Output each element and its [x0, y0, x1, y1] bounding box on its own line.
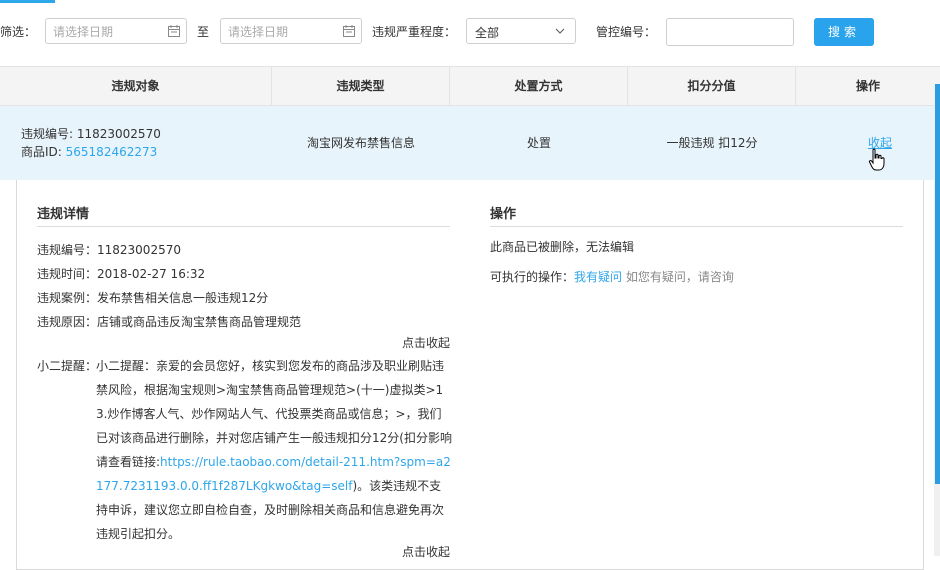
end-date-placeholder: 请选择日期 [228, 25, 289, 39]
available-label: 可执行的操作： [490, 270, 575, 284]
handling-method: 处置 [526, 136, 551, 150]
doubt-hint: 如您有疑问，请咨询 [622, 270, 734, 284]
doubt-link[interactable]: 我有疑问 [574, 270, 622, 284]
severity-value: 全部 [475, 26, 500, 40]
severity-label: 违规严重程度： [372, 25, 457, 39]
start-date-placeholder: 请选择日期 [53, 25, 114, 39]
control-no-label: 管控编号： [596, 25, 657, 39]
detail-violation-no: 违规编号：11823002570 [37, 243, 181, 257]
chevron-down-icon [555, 28, 565, 34]
header-violation-object: 违规对象 [0, 67, 272, 105]
calendar-icon[interactable] [168, 25, 180, 37]
scrollbar-thumb[interactable] [935, 84, 940, 484]
header-points: 扣分分值 [628, 67, 796, 105]
severity-select[interactable]: 全部 [466, 18, 576, 44]
reminder-label: 小二提醒： [37, 359, 98, 373]
table-row: 违规编号: 11823002570 商品ID: 565182462273 淘宝网… [0, 106, 934, 180]
violation-type: 淘宝网发布禁售信息 [306, 136, 415, 150]
operation-status: 此商品已被删除，无法编辑 [490, 240, 635, 254]
collapse-link-bottom[interactable]: 点击收起 [402, 544, 450, 560]
collapse-link-top[interactable]: 点击收起 [402, 335, 450, 351]
detail-divider [37, 226, 450, 227]
reminder-text-1: 小二提醒：亲爱的会员您好，核实到您发布的商品涉及职业刷贴违禁风险，根据淘宝规则>… [96, 359, 452, 469]
header-violation-type: 违规类型 [272, 67, 450, 105]
detail-title: 违规详情 [37, 207, 90, 222]
product-id-label: 商品ID: [21, 145, 66, 159]
header-handling: 处置方式 [450, 67, 628, 105]
hand-cursor-icon [868, 148, 885, 171]
operation-title: 操作 [490, 207, 517, 222]
end-date-input[interactable]: 请选择日期 [220, 18, 362, 44]
search-button[interactable]: 搜索 [814, 18, 874, 46]
reminder-paragraph: 小二提醒：亲爱的会员您好，核实到您发布的商品涉及职业刷贴违禁风险，根据淘宝规则>… [96, 354, 452, 546]
filter-label: 筛选： [0, 25, 37, 39]
detail-violation-reason: 违规原因：店铺或商品违反淘宝禁售商品管理规范 [37, 315, 302, 329]
header-action: 操作 [855, 79, 880, 93]
control-no-input[interactable] [666, 18, 794, 46]
calendar-icon[interactable] [343, 25, 355, 37]
deduction-points: 一般违规 扣12分 [666, 136, 758, 150]
to-label: 至 [197, 25, 210, 39]
table-header: 违规对象 违规类型 处置方式 扣分分值 操作 [0, 66, 940, 106]
detail-violation-case: 违规案例：发布禁售相关信息一般违规12分 [37, 291, 269, 305]
product-id-link[interactable]: 565182462273 [66, 145, 158, 159]
active-tab-indicator [0, 0, 55, 3]
violation-no: 违规编号: 11823002570 [21, 127, 161, 141]
start-date-input[interactable]: 请选择日期 [45, 18, 187, 44]
detail-violation-time: 违规时间：2018-02-27 16:32 [37, 267, 206, 281]
operation-available: 可执行的操作：我有疑问 如您有疑问，请咨询 [490, 269, 734, 285]
product-id-line: 商品ID: 565182462273 [21, 143, 157, 161]
operation-divider [490, 226, 903, 227]
